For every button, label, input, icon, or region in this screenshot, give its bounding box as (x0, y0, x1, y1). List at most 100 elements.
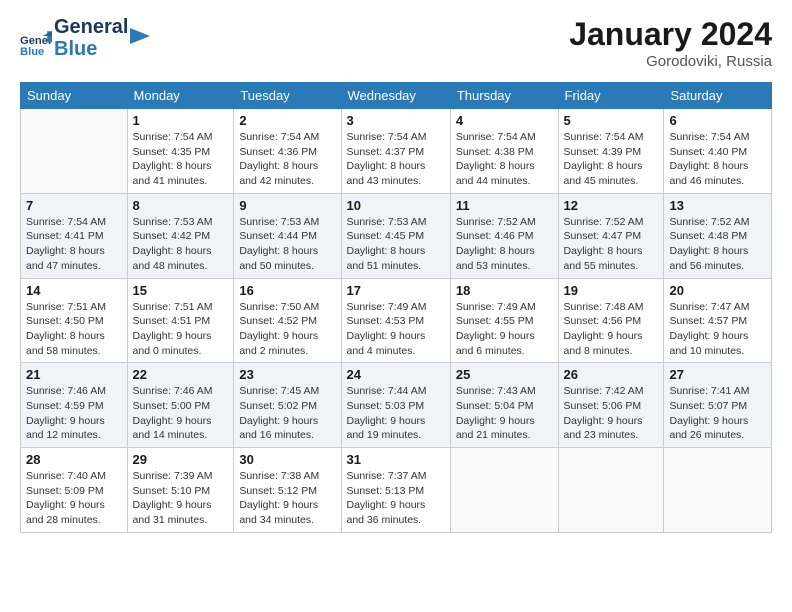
cell-w1-d3: 10 Sunrise: 7:53 AM Sunset: 4:45 PM Dayli… (341, 193, 450, 278)
day-info: Sunrise: 7:54 AM Sunset: 4:37 PM Dayligh… (347, 130, 445, 189)
page: General Blue General Blue January 2024 G… (0, 0, 792, 612)
day-number: 17 (347, 283, 445, 298)
day-info: Sunrise: 7:51 AM Sunset: 4:51 PM Dayligh… (133, 300, 229, 359)
day-info: Sunrise: 7:50 AM Sunset: 4:52 PM Dayligh… (239, 300, 335, 359)
day-number: 27 (669, 367, 766, 382)
cell-w4-d5 (558, 448, 664, 533)
day-number: 23 (239, 367, 335, 382)
col-tuesday: Tuesday (234, 83, 341, 109)
cell-w2-d4: 18Sunrise: 7:49 AM Sunset: 4:55 PM Dayli… (450, 278, 558, 363)
cell-w4-d2: 30 Sunrise: 7:38 AM Sunset: 5:12 PM Dayli… (234, 448, 341, 533)
cell-w0-d0 (21, 109, 128, 194)
day-info: Sunrise: 7:42 AM Sunset: 5:06 PM Dayligh… (564, 384, 659, 443)
day-number: 30 (239, 452, 335, 467)
day-info: Sunrise: 7:44 AM Sunset: 5:03 PM Dayligh… (347, 384, 445, 443)
day-info: Sunrise: 7:46 AM Sunset: 5:00 PM Dayligh… (133, 384, 229, 443)
day-number: 16 (239, 283, 335, 298)
day-info: Sunrise: 7:45 AM Sunset: 5:02 PM Dayligh… (239, 384, 335, 443)
day-number: 21 (26, 367, 122, 382)
day-number: 10 (347, 198, 445, 213)
day-number: 7 (26, 198, 122, 213)
day-info: Sunrise: 7:46 AM Sunset: 4:59 PM Dayligh… (26, 384, 122, 443)
day-number: 3 (347, 113, 445, 128)
cell-w0-d1: 1 Sunrise: 7:54 AM Sunset: 4:35 PM Daylig… (127, 109, 234, 194)
cell-w3-d4: 25Sunrise: 7:43 AM Sunset: 5:04 PM Dayli… (450, 363, 558, 448)
cell-w1-d2: 9 Sunrise: 7:53 AM Sunset: 4:44 PM Daylig… (234, 193, 341, 278)
day-info: Sunrise: 7:53 AM Sunset: 4:42 PM Dayligh… (133, 215, 229, 274)
location: Gorodoviki, Russia (569, 53, 772, 70)
cell-w1-d5: 12Sunrise: 7:52 AM Sunset: 4:47 PM Dayli… (558, 193, 664, 278)
col-sunday: Sunday (21, 83, 128, 109)
header-row: Sunday Monday Tuesday Wednesday Thursday… (21, 83, 772, 109)
week-row-0: 1 Sunrise: 7:54 AM Sunset: 4:35 PM Daylig… (21, 109, 772, 194)
logo-flag-icon (130, 28, 150, 58)
day-info: Sunrise: 7:53 AM Sunset: 4:45 PM Dayligh… (347, 215, 445, 274)
cell-w2-d2: 16 Sunrise: 7:50 AM Sunset: 4:52 PM Dayli… (234, 278, 341, 363)
cell-w0-d6: 6Sunrise: 7:54 AM Sunset: 4:40 PM Daylig… (664, 109, 772, 194)
col-saturday: Saturday (664, 83, 772, 109)
day-number: 25 (456, 367, 553, 382)
day-info: Sunrise: 7:54 AM Sunset: 4:39 PM Dayligh… (564, 130, 659, 189)
cell-w3-d5: 26 Sunrise: 7:42 AM Sunset: 5:06 PM Dayli… (558, 363, 664, 448)
calendar-table: Sunday Monday Tuesday Wednesday Thursday… (20, 82, 772, 533)
day-info: Sunrise: 7:39 AM Sunset: 5:10 PM Dayligh… (133, 469, 229, 528)
day-info: Sunrise: 7:47 AM Sunset: 4:57 PM Dayligh… (669, 300, 766, 359)
col-wednesday: Wednesday (341, 83, 450, 109)
day-number: 9 (239, 198, 335, 213)
day-info: Sunrise: 7:54 AM Sunset: 4:35 PM Dayligh… (133, 130, 229, 189)
cell-w3-d1: 22Sunrise: 7:46 AM Sunset: 5:00 PM Dayli… (127, 363, 234, 448)
day-number: 24 (347, 367, 445, 382)
day-info: Sunrise: 7:49 AM Sunset: 4:53 PM Dayligh… (347, 300, 445, 359)
day-number: 26 (564, 367, 659, 382)
day-number: 13 (669, 198, 766, 213)
cell-w4-d3: 31Sunrise: 7:37 AM Sunset: 5:13 PM Dayli… (341, 448, 450, 533)
cell-w1-d6: 13 Sunrise: 7:52 AM Sunset: 4:48 PM Dayli… (664, 193, 772, 278)
day-info: Sunrise: 7:41 AM Sunset: 5:07 PM Dayligh… (669, 384, 766, 443)
cell-w2-d6: 20 Sunrise: 7:47 AM Sunset: 4:57 PM Dayli… (664, 278, 772, 363)
day-info: Sunrise: 7:54 AM Sunset: 4:38 PM Dayligh… (456, 130, 553, 189)
cell-w2-d1: 15 Sunrise: 7:51 AM Sunset: 4:51 PM Dayli… (127, 278, 234, 363)
col-thursday: Thursday (450, 83, 558, 109)
col-monday: Monday (127, 83, 234, 109)
day-info: Sunrise: 7:54 AM Sunset: 4:36 PM Dayligh… (239, 130, 335, 189)
cell-w3-d6: 27 Sunrise: 7:41 AM Sunset: 5:07 PM Dayli… (664, 363, 772, 448)
cell-w4-d6 (664, 448, 772, 533)
header: General Blue General Blue January 2024 G… (20, 16, 772, 70)
day-number: 1 (133, 113, 229, 128)
day-info: Sunrise: 7:40 AM Sunset: 5:09 PM Dayligh… (26, 469, 122, 528)
col-friday: Friday (558, 83, 664, 109)
week-row-3: 21 Sunrise: 7:46 AM Sunset: 4:59 PM Dayli… (21, 363, 772, 448)
day-number: 14 (26, 283, 122, 298)
day-number: 31 (347, 452, 445, 467)
day-info: Sunrise: 7:38 AM Sunset: 5:12 PM Dayligh… (239, 469, 335, 528)
cell-w4-d1: 29Sunrise: 7:39 AM Sunset: 5:10 PM Dayli… (127, 448, 234, 533)
logo-general: General (54, 16, 128, 38)
day-number: 28 (26, 452, 122, 467)
week-row-1: 7 Sunrise: 7:54 AM Sunset: 4:41 PM Daylig… (21, 193, 772, 278)
cell-w3-d2: 23 Sunrise: 7:45 AM Sunset: 5:02 PM Dayli… (234, 363, 341, 448)
day-info: Sunrise: 7:53 AM Sunset: 4:44 PM Dayligh… (239, 215, 335, 274)
day-number: 4 (456, 113, 553, 128)
day-number: 15 (133, 283, 229, 298)
cell-w2-d3: 17 Sunrise: 7:49 AM Sunset: 4:53 PM Dayli… (341, 278, 450, 363)
day-number: 18 (456, 283, 553, 298)
cell-w1-d4: 11Sunrise: 7:52 AM Sunset: 4:46 PM Dayli… (450, 193, 558, 278)
day-info: Sunrise: 7:54 AM Sunset: 4:40 PM Dayligh… (669, 130, 766, 189)
day-number: 8 (133, 198, 229, 213)
day-number: 12 (564, 198, 659, 213)
day-number: 19 (564, 283, 659, 298)
cell-w2-d0: 14Sunrise: 7:51 AM Sunset: 4:50 PM Dayli… (21, 278, 128, 363)
cell-w2-d5: 19Sunrise: 7:48 AM Sunset: 4:56 PM Dayli… (558, 278, 664, 363)
day-number: 11 (456, 198, 553, 213)
week-row-2: 14Sunrise: 7:51 AM Sunset: 4:50 PM Dayli… (21, 278, 772, 363)
day-number: 20 (669, 283, 766, 298)
day-info: Sunrise: 7:52 AM Sunset: 4:48 PM Dayligh… (669, 215, 766, 274)
svg-text:Blue: Blue (20, 46, 44, 58)
day-info: Sunrise: 7:54 AM Sunset: 4:41 PM Dayligh… (26, 215, 122, 274)
logo-blue: Blue (54, 38, 128, 60)
cell-w0-d5: 5Sunrise: 7:54 AM Sunset: 4:39 PM Daylig… (558, 109, 664, 194)
cell-w0-d3: 3 Sunrise: 7:54 AM Sunset: 4:37 PM Daylig… (341, 109, 450, 194)
cell-w4-d4 (450, 448, 558, 533)
cell-w1-d0: 7 Sunrise: 7:54 AM Sunset: 4:41 PM Daylig… (21, 193, 128, 278)
cell-w0-d2: 2Sunrise: 7:54 AM Sunset: 4:36 PM Daylig… (234, 109, 341, 194)
